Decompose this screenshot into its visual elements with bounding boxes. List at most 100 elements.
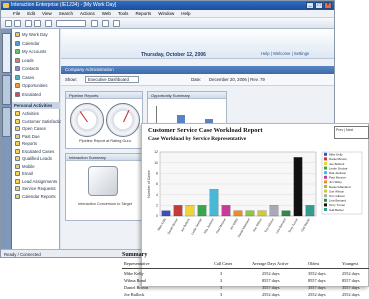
forward-icon[interactable] [14, 20, 21, 27]
legend-swatch [324, 166, 327, 170]
sidebar-item[interactable]: Email [15, 171, 33, 177]
minimize-button[interactable]: _ [306, 2, 314, 9]
legend-entry: Daniel Brown [329, 157, 347, 161]
sidebar-item-label: Lead Assignments [22, 178, 58, 184]
sidebar-item[interactable]: Contacts [15, 66, 39, 72]
sidebar-item[interactable]: Reports [15, 141, 37, 147]
select-label: Show: [65, 77, 77, 82]
bar [185, 205, 195, 217]
sidebar-item[interactable]: Escalated [15, 91, 41, 98]
sidebar-item[interactable]: Service Requests [15, 186, 56, 192]
table-cell: 2552 days [308, 292, 326, 297]
tab-navigation[interactable] [2, 75, 11, 105]
email-icon[interactable] [113, 20, 120, 27]
folder-icon [15, 148, 20, 154]
close-button[interactable]: × [324, 2, 332, 9]
y-tick-label: 6 [156, 182, 158, 186]
bar [281, 210, 291, 217]
header-call-cases: Call Cases [214, 261, 233, 266]
menu-item-tools[interactable]: Tools [118, 11, 129, 16]
vertical-tab-strip [1, 29, 12, 257]
table-cell: 2552 days [262, 271, 280, 276]
sidebar-item-label: Reports [22, 141, 38, 146]
menu-item-actions[interactable]: Actions [80, 11, 95, 16]
y-tick-label: 4 [156, 193, 158, 197]
legend-entry: Mike Kelly [329, 153, 343, 157]
refresh-icon[interactable] [91, 20, 98, 27]
table-cell: 2552 days [262, 292, 280, 297]
y-tick-label: 0 [156, 214, 158, 218]
print-icon[interactable] [34, 20, 41, 27]
sidebar-item[interactable]: Past Due [15, 133, 40, 140]
legend-swatch [324, 171, 327, 175]
legend-swatch [324, 194, 327, 198]
tooltip-popup: Prev | Next [334, 126, 369, 139]
legend-entry: Joe Bullock [329, 162, 345, 166]
settings-link[interactable]: Settings [294, 51, 309, 56]
sidebar-item[interactable]: Mobile [15, 163, 35, 170]
sidebar-item[interactable]: Leads [15, 57, 34, 64]
back-icon[interactable] [5, 20, 12, 27]
sidebar-item[interactable]: Open Cases [15, 126, 46, 132]
tab-favorites[interactable] [2, 107, 11, 137]
table-cell: 2552 days [342, 292, 360, 297]
search-icon[interactable] [45, 20, 52, 27]
legend-swatch [324, 198, 327, 202]
sidebar-item[interactable]: Activities [15, 111, 39, 117]
menu-item-web[interactable]: Web [102, 11, 111, 16]
menu-item-search[interactable]: Search [59, 11, 73, 16]
menu-bar: File Edit View Search Actions Web Tools Reports… [1, 10, 334, 18]
folder-icon [15, 57, 20, 63]
folder-icon [15, 133, 20, 139]
banner: Thursday, October 12, 2006 Help | Welcom… [61, 29, 334, 59]
report-window: Customer Service Case Workload Report Ca… [122, 123, 369, 297]
sidebar-item[interactable]: Calendar [15, 40, 39, 47]
legend-entry: Lisa Barnard [329, 199, 346, 203]
x-tick-label: Paul Monroe [215, 217, 227, 234]
welcome-link[interactable]: Welcome [273, 51, 290, 56]
table-cell: 3557 days [262, 285, 280, 290]
panel-caption: Pipeline Report at Rating Guru [79, 139, 131, 143]
sidebar-group-header[interactable]: Personal Activities [12, 102, 60, 109]
legend-entry: Tom Gibson [329, 194, 345, 198]
sidebar-item-label: Qualified Leads [22, 156, 52, 161]
tab-workspace[interactable] [2, 33, 11, 73]
menu-item-help[interactable]: Help [181, 11, 190, 16]
sidebar-item-label: Cases [22, 74, 35, 80]
sidebar-item[interactable]: Escalated Cases [15, 148, 54, 155]
bar [233, 210, 243, 217]
help-link[interactable]: Help [261, 51, 270, 56]
y-tick-label: 12 [154, 150, 158, 154]
maximize-button[interactable]: □ [315, 2, 323, 9]
menu-item-edit[interactable]: Edit [27, 11, 35, 16]
folder-icon [15, 118, 20, 124]
home-icon[interactable] [25, 20, 32, 27]
bar [245, 210, 255, 217]
dashboard-select[interactable]: Executive Dashboard [85, 76, 139, 83]
sidebar-item[interactable]: Qualified Leads [15, 156, 52, 162]
sidebar-item[interactable]: My Work Day [15, 32, 48, 38]
table-cell: Daniel Brown [124, 285, 149, 290]
calendar-icon[interactable] [102, 20, 109, 27]
report-subtitle: Case Workload by Service Representative [148, 136, 247, 142]
x-tick-label: Joe Bullock [180, 217, 191, 233]
gauge-needle [79, 111, 88, 123]
sidebar-item[interactable]: Opportunities [15, 83, 48, 89]
menu-item-reports[interactable]: Reports [135, 11, 151, 16]
sidebar-item[interactable]: Calendar Reports [15, 193, 56, 200]
sidebar-item-label: My Work Day [22, 32, 48, 37]
sidebar-item[interactable]: Cases [15, 74, 35, 81]
menu-item-view[interactable]: View [42, 11, 52, 16]
sidebar-item[interactable]: My Accounts [15, 49, 46, 55]
menu-item-file[interactable]: File [13, 11, 20, 16]
bar [257, 210, 267, 217]
gauge-chart [106, 103, 140, 137]
sidebar-item[interactable]: Customer Satisfaction [15, 118, 64, 125]
bar [197, 205, 207, 217]
app-icon [3, 3, 9, 8]
search-input[interactable] [56, 20, 86, 27]
current-date: Thursday, October 12, 2006 [141, 52, 206, 58]
sidebar-item-label: Service Requests [22, 186, 56, 191]
menu-item-window[interactable]: Window [158, 11, 174, 16]
sidebar-item[interactable]: Lead Assignments [15, 178, 58, 185]
